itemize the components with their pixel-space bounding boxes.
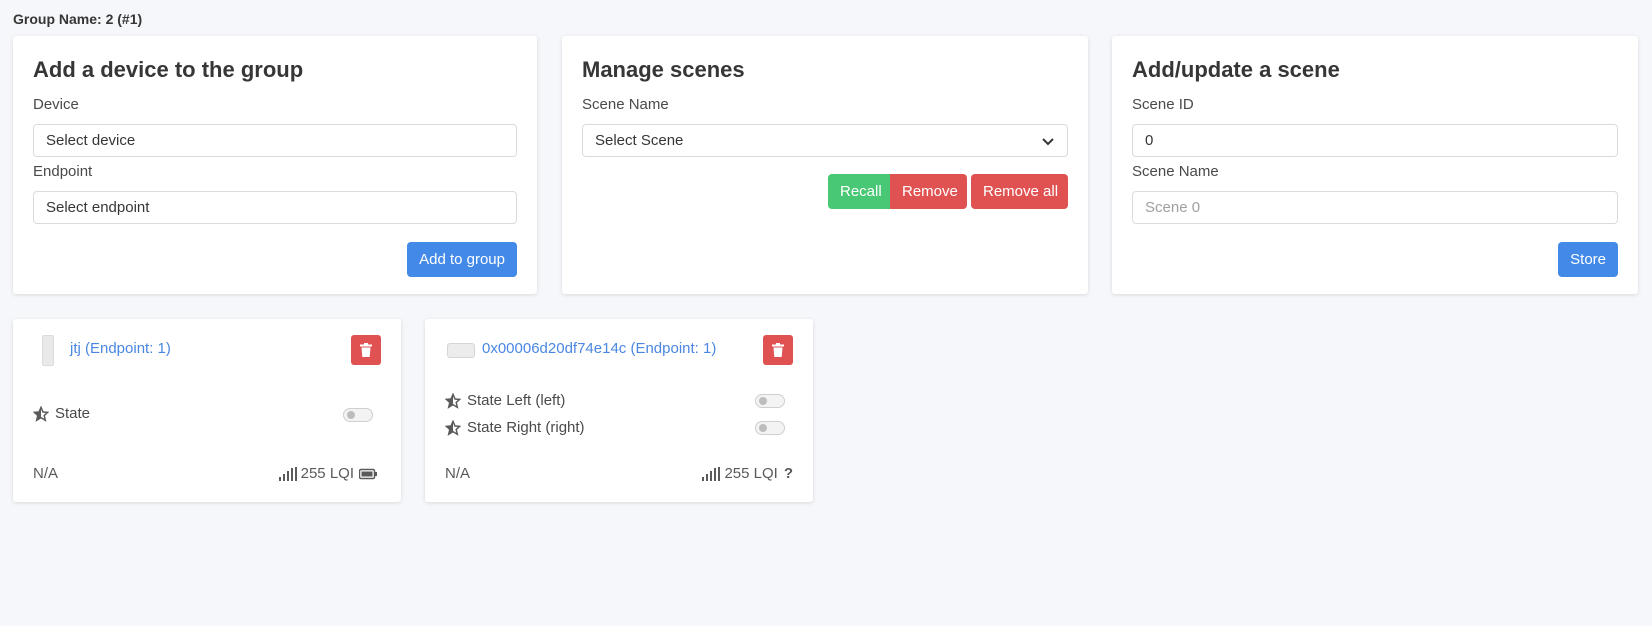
scene-select[interactable]: Select Scene [582,124,1068,157]
control-row: State Left (left) [445,392,565,409]
device-link[interactable]: jtj (Endpoint: 1) [70,340,171,357]
star-half-icon [445,419,461,436]
group-title: Group Name: 2 (#1) [13,11,143,27]
lqi-indicator: 255 LQI [278,465,381,482]
device-image [42,335,54,366]
add-device-title: Add a device to the group [33,57,304,82]
signal-icon [702,466,721,481]
remove-device-button[interactable] [763,335,793,365]
last-seen: N/A [445,465,471,482]
scene-name-label: Scene Name [1132,163,1219,180]
device-card: 0x00006d20df74e14c (Endpoint: 1) State L… [425,319,813,502]
signal-icon [278,466,297,481]
device-card: jtj (Endpoint: 1) State N/A 255 LQI [13,319,401,502]
state-toggle[interactable] [343,408,373,422]
trash-icon [772,343,784,357]
control-row: State Right (right) [445,419,585,436]
device-select[interactable]: Select device [33,124,517,157]
remove-button[interactable]: Remove [890,174,967,209]
remove-all-button[interactable]: Remove all [971,174,1068,209]
store-button[interactable]: Store [1558,242,1618,277]
add-to-group-button[interactable]: Add to group [407,242,517,277]
chevron-down-icon [1042,138,1054,146]
last-seen: N/A [33,465,59,482]
control-label: State Right (right) [467,419,585,436]
battery-icon [359,468,377,479]
scene-name-label: Scene Name [582,96,669,113]
control-label: State Left (left) [467,392,566,409]
scene-id-label: Scene ID [1132,96,1194,113]
add-scene-title: Add/update a scene [1132,57,1340,82]
question-icon: ? [783,465,793,482]
state-right-toggle[interactable] [755,421,785,435]
scene-select-value: Select Scene [595,132,684,149]
scene-id-input[interactable]: 0 [1132,124,1618,157]
device-label: Device [33,96,79,113]
state-left-toggle[interactable] [755,394,785,408]
remove-device-button[interactable] [351,335,381,365]
add-scene-card: Add/update a scene Scene ID 0 Scene Name… [1112,36,1638,294]
control-row: State [33,405,90,422]
add-device-card: Add a device to the group Device Select … [13,36,537,294]
scene-name-input[interactable]: Scene 0 [1132,191,1618,224]
control-label: State [55,405,91,422]
manage-scenes-card: Manage scenes Scene Name Select Scene Re… [562,36,1088,294]
recall-button[interactable]: Recall [828,174,892,209]
star-half-icon [33,405,49,422]
trash-icon [360,343,372,357]
lqi-indicator: 255 LQI ? [702,465,793,482]
star-half-icon [445,392,461,409]
manage-scenes-title: Manage scenes [582,57,745,82]
device-link[interactable]: 0x00006d20df74e14c (Endpoint: 1) [482,340,716,357]
lqi-value: 255 LQI [724,465,778,482]
endpoint-select[interactable]: Select endpoint [33,191,517,224]
lqi-value: 255 LQI [300,465,354,482]
endpoint-label: Endpoint [33,163,93,180]
device-image [447,343,475,358]
